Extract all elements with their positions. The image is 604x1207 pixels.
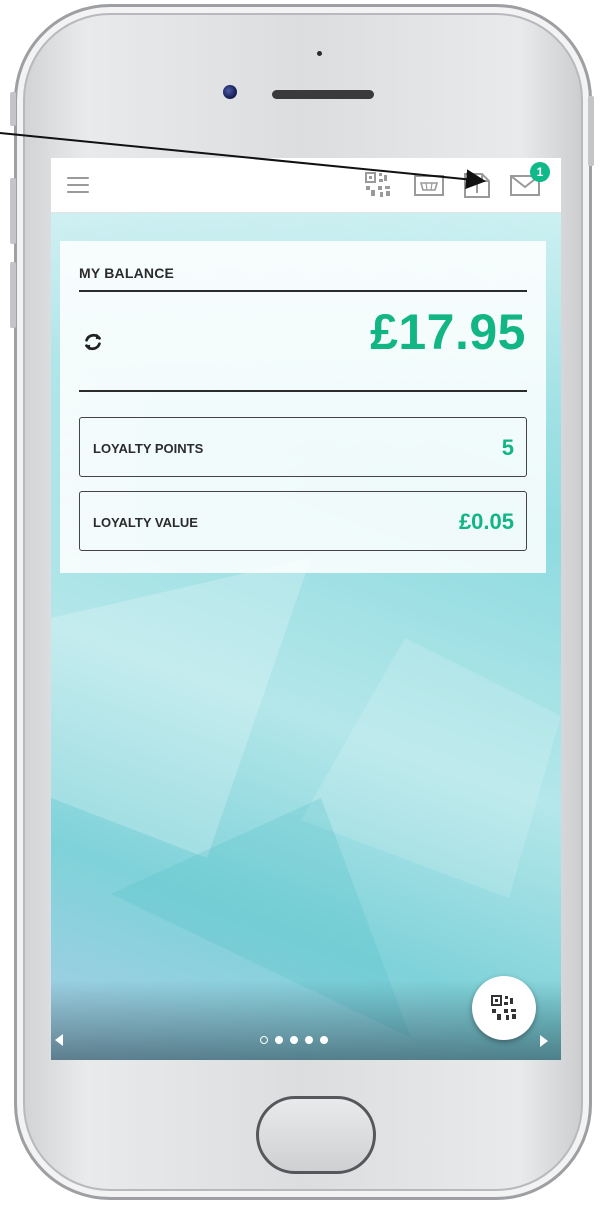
annotation-arrow	[0, 132, 486, 190]
